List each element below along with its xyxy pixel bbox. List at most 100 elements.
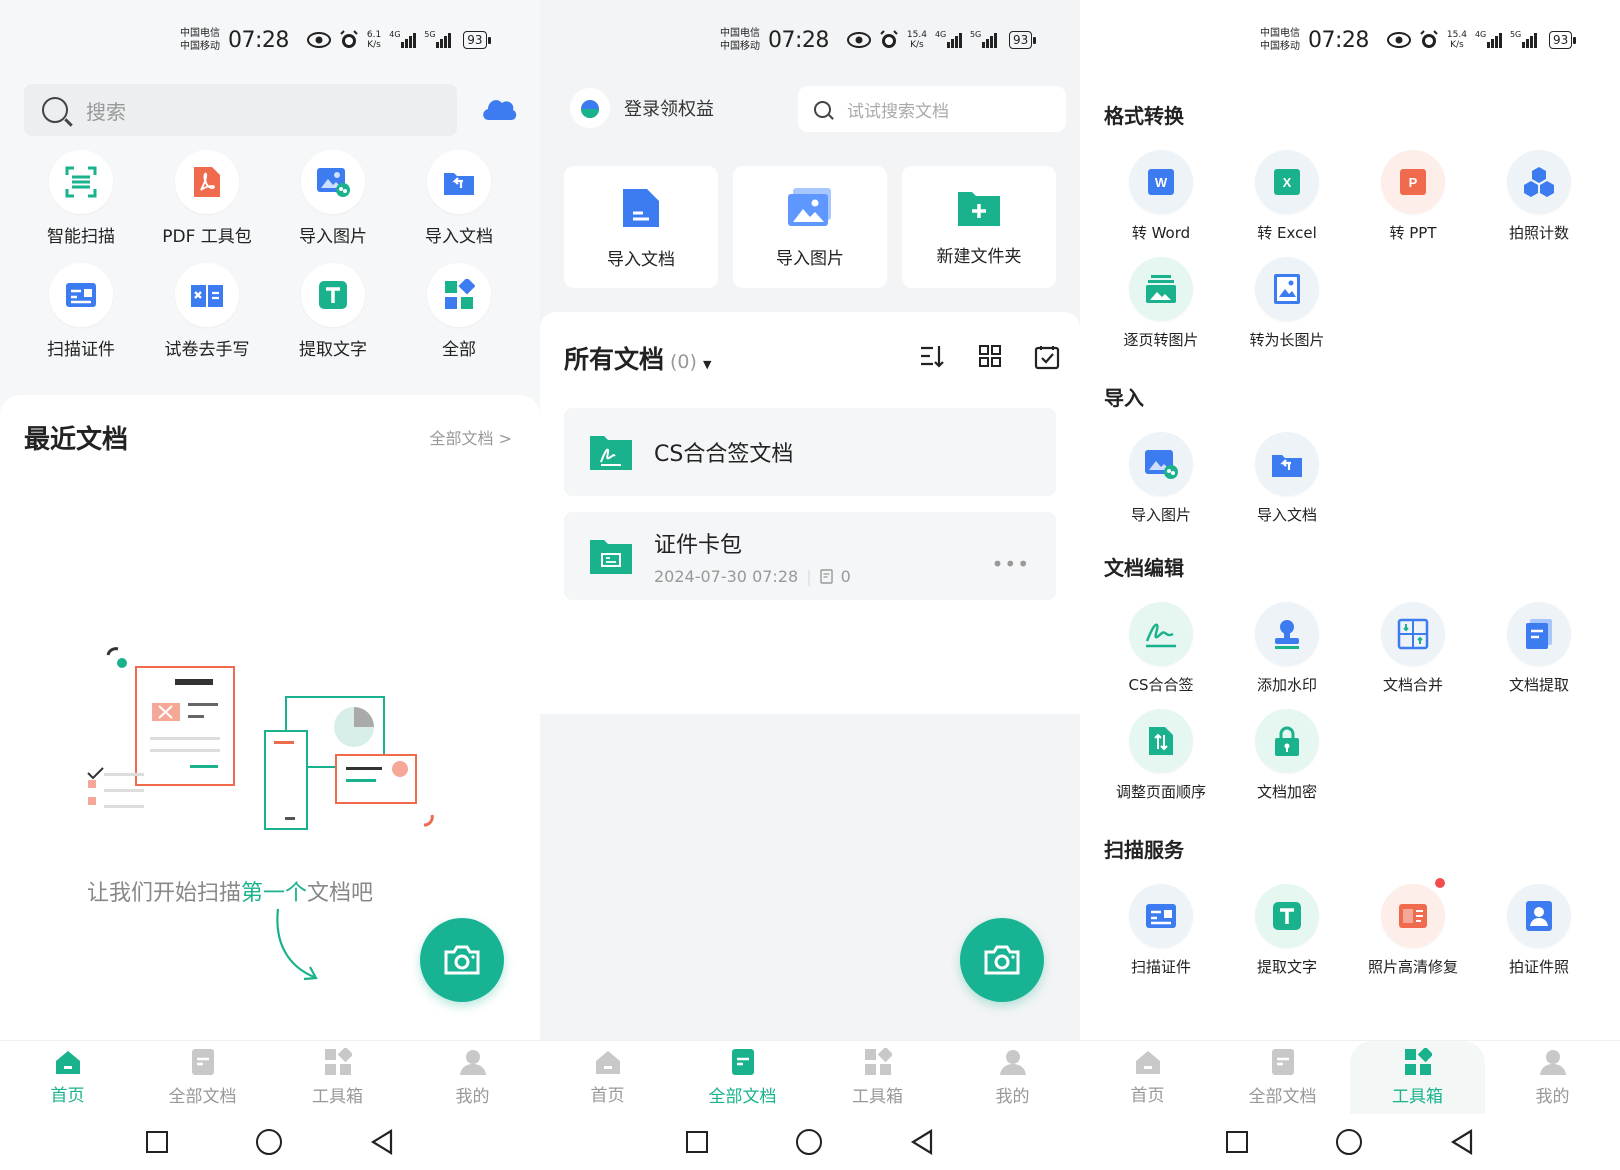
nav-toolbox[interactable]: 工具箱	[810, 1041, 945, 1114]
tool-id-photo[interactable]: 拍证件照	[1476, 884, 1602, 977]
search-placeholder: 搜索	[86, 99, 126, 124]
net-speed: 6.1 K/s	[366, 30, 382, 50]
signal-5g-icon: 5G	[970, 30, 997, 48]
empty-message: 让我们开始扫描第一个文档吧	[86, 881, 374, 906]
status-bar: 中国电信 中国移动 07:28 15.4 K/s 4G 5G 93	[720, 22, 1037, 58]
tool-page-to-image[interactable]: 逐页转图片	[1098, 257, 1224, 350]
tool-doc-extract[interactable]: 文档提取	[1476, 602, 1602, 695]
tool-doc-encrypt[interactable]: 文档加密	[1224, 709, 1350, 802]
tool-import-image[interactable]: 导入图片	[1098, 432, 1224, 525]
quick-new-folder[interactable]: 新建文件夹	[902, 166, 1056, 288]
carrier-2: 中国移动	[180, 41, 220, 52]
tool-doc-merge[interactable]: 文档合并	[1350, 602, 1476, 695]
folder-row-card-wallet[interactable]: 证件卡包 2024-07-30 07:28 | 0 •••	[564, 512, 1056, 600]
tool-exam-dehandwrite[interactable]: 试卷去手写	[144, 263, 270, 360]
status-time: 07:28	[228, 27, 289, 53]
tool-extract-text[interactable]: 提取文字	[270, 263, 396, 360]
folder-row-cs-sign[interactable]: CS合合签文档	[564, 408, 1056, 496]
tool-scan-id[interactable]: 扫描证件	[18, 263, 144, 360]
all-docs-link[interactable]: 全部文档 >	[430, 425, 513, 449]
nav-mine[interactable]: 我的	[405, 1041, 540, 1114]
tool-import-doc[interactable]: 导入文档	[1224, 432, 1350, 525]
tool-to-excel[interactable]: X 转 Excel	[1224, 150, 1350, 243]
new-badge	[1435, 878, 1445, 888]
home-icon	[55, 1051, 80, 1074]
tool-reorder-pages[interactable]: 调整页面顺序	[1098, 709, 1224, 802]
system-nav-bar	[0, 1114, 540, 1170]
eye-icon	[846, 32, 871, 48]
nav-mine[interactable]: 我的	[945, 1041, 1080, 1114]
alarm-icon	[880, 30, 898, 48]
nav-all-docs[interactable]: 全部文档	[135, 1041, 270, 1114]
camera-button[interactable]	[960, 918, 1044, 1002]
recents-icon[interactable]	[146, 1131, 168, 1153]
nav-home[interactable]: 首页	[0, 1041, 135, 1114]
alarm-icon	[340, 30, 358, 48]
quick-import-doc[interactable]: 导入文档	[564, 166, 718, 288]
more-icon[interactable]: •••	[992, 552, 1030, 576]
tool-import-image[interactable]: 导入图片	[270, 150, 396, 247]
sort-icon[interactable]	[920, 344, 946, 368]
signal-5g-icon: 5G	[1510, 30, 1537, 48]
document-icon	[191, 1049, 214, 1075]
tool-watermark[interactable]: 添加水印	[1224, 602, 1350, 695]
tool-scan-id[interactable]: 扫描证件	[1098, 884, 1224, 977]
alarm-icon	[1420, 30, 1438, 48]
nav-mine[interactable]: 我的	[1485, 1041, 1620, 1114]
signature-icon	[1145, 623, 1176, 648]
count-icon	[1524, 167, 1554, 197]
home-circle-icon[interactable]	[256, 1129, 282, 1155]
home-circle-icon[interactable]	[796, 1129, 822, 1155]
tool-to-word[interactable]: W 转 Word	[1098, 150, 1224, 243]
back-icon[interactable]	[910, 1129, 934, 1155]
id-card-icon	[66, 283, 96, 307]
document-icon	[1271, 1049, 1294, 1075]
doc-search-input[interactable]: 试试搜索文档	[798, 86, 1066, 132]
recents-icon[interactable]	[686, 1131, 708, 1153]
tool-photo-restore[interactable]: 照片高清修复	[1350, 878, 1476, 977]
tool-extract-text[interactable]: 提取文字	[1224, 884, 1350, 977]
edit-tools-grid: CS合合签 添加水印 文档合并 文档提取 调整页面顺序 文档加密	[1080, 602, 1620, 802]
signature-folder-icon	[590, 436, 632, 470]
net-speed: 15.4 K/s	[906, 30, 927, 50]
home-circle-icon[interactable]	[1336, 1129, 1362, 1155]
nav-home[interactable]: 首页	[1080, 1041, 1215, 1114]
quick-import-image[interactable]: 导入图片	[733, 166, 887, 288]
text-extract-icon	[1273, 902, 1301, 930]
nav-all-docs[interactable]: 全部文档	[1215, 1041, 1350, 1114]
camera-icon	[444, 945, 480, 975]
user-icon	[999, 1050, 1026, 1075]
back-icon[interactable]	[370, 1129, 394, 1155]
grid-view-icon[interactable]	[978, 344, 1002, 368]
nav-all-docs[interactable]: 全部文档	[675, 1041, 810, 1114]
lock-icon	[1275, 726, 1299, 756]
nav-toolbox[interactable]: 工具箱	[270, 1041, 405, 1114]
status-bar: 中国电信 中国移动 07:28 6.1 K/s 4G 5G 93	[180, 22, 491, 58]
section-title-edit: 文档编辑	[1104, 556, 1184, 580]
search-input[interactable]: 搜索	[24, 84, 457, 136]
tool-smart-scan[interactable]: 智能扫描	[18, 150, 144, 247]
tool-to-ppt[interactable]: P 转 PPT	[1350, 150, 1476, 243]
arrow-curve-icon	[276, 908, 318, 981]
tool-all[interactable]: 全部	[396, 263, 522, 360]
login-benefits-button[interactable]: 登录领权益	[570, 88, 714, 128]
tool-pdf-kit[interactable]: PDF 工具包	[144, 150, 270, 247]
cloud-icon[interactable]	[480, 94, 518, 122]
tool-import-doc[interactable]: 导入文档	[396, 150, 522, 247]
tool-photo-count[interactable]: 拍照计数	[1476, 150, 1602, 243]
import-doc-icon	[444, 173, 474, 195]
system-nav-bar	[1080, 1114, 1620, 1170]
svg-text:W: W	[1155, 175, 1168, 190]
recents-icon[interactable]	[1226, 1131, 1248, 1153]
id-photo-icon	[1526, 901, 1552, 931]
camera-button[interactable]	[420, 918, 504, 1002]
import-image-icon	[317, 168, 350, 197]
tool-cs-sign[interactable]: CS合合签	[1098, 602, 1224, 695]
nav-home[interactable]: 首页	[540, 1041, 675, 1114]
back-icon[interactable]	[1450, 1129, 1474, 1155]
tool-long-image[interactable]: 转为长图片	[1224, 257, 1350, 350]
select-icon[interactable]	[1034, 344, 1060, 370]
signal-4g-icon: 4G	[935, 30, 962, 48]
all-docs-title[interactable]: 所有文档 (0) ▼	[564, 340, 711, 376]
nav-toolbox[interactable]: 工具箱	[1350, 1041, 1485, 1114]
